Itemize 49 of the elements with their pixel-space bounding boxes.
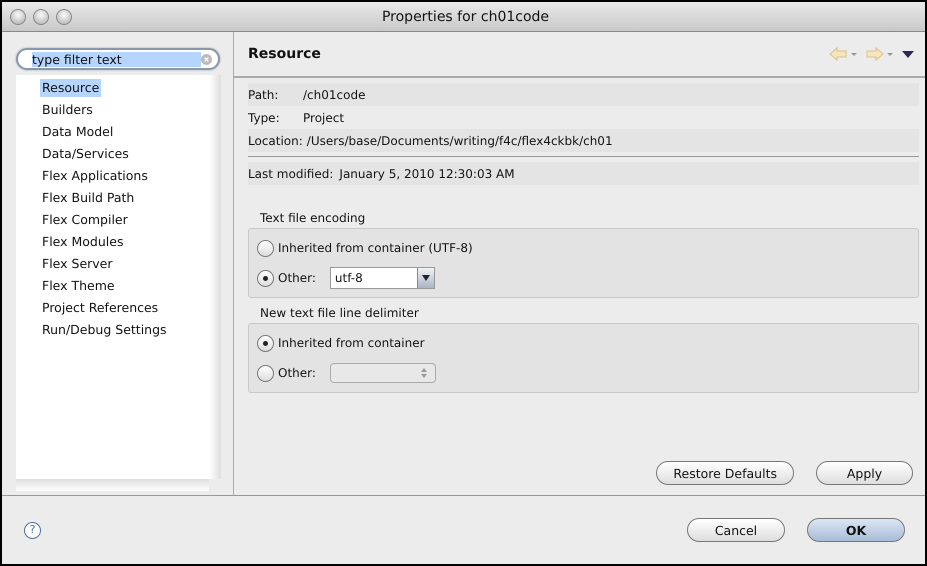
sidebar-item[interactable]: Flex Modules	[40, 231, 126, 253]
dialog-button[interactable]: Cancel	[687, 518, 785, 542]
filter-text: type filter text	[32, 52, 201, 66]
page-title: Resource	[248, 46, 321, 62]
sidebar-item[interactable]: Run/Debug Settings	[40, 319, 169, 341]
field-value: /ch01code	[303, 88, 366, 102]
sidebar-item[interactable]: Flex Compiler	[40, 209, 130, 231]
stepper-icon	[420, 368, 427, 378]
radio-button[interactable]	[257, 270, 274, 286]
field-label: Location:	[248, 134, 304, 148]
field-label: Path:	[248, 88, 280, 102]
window-control-icon[interactable]	[10, 8, 26, 24]
window-title: Properties for ch01code	[380, 8, 550, 24]
menu-caret-icon[interactable]	[901, 49, 915, 59]
radio-label[interactable]: Inherited from container (UTF-8)	[278, 241, 473, 255]
radio-label[interactable]: Other:	[278, 366, 316, 380]
scrollbar[interactable]	[209, 75, 221, 479]
radio-label[interactable]: Other:	[278, 271, 316, 285]
sidebar-item[interactable]: Resource	[40, 79, 102, 97]
encoding-dropdown[interactable]: utf-8	[330, 267, 435, 289]
group-title: New text file line delimiter	[260, 306, 419, 320]
sidebar-item[interactable]: Flex Build Path	[40, 187, 136, 209]
field-label: Type:	[248, 110, 281, 124]
scrollbar[interactable]	[16, 479, 209, 491]
field-value: Project	[303, 110, 344, 124]
radio-button[interactable]	[257, 334, 274, 352]
filter-field[interactable]: type filter text	[16, 48, 220, 70]
caret-icon	[422, 275, 430, 281]
field-value: /Users/base/Documents/writing/f4c/flex4ckbk/ch01	[306, 134, 613, 148]
sidebar-item[interactable]: Flex Applications	[40, 165, 150, 187]
sidebar-item[interactable]: Flex Theme	[40, 275, 117, 297]
page-button[interactable]: Apply	[816, 461, 913, 485]
radio-label[interactable]: Inherited from container	[278, 336, 425, 350]
field-value: January 5, 2010 12:30:03 AM	[339, 166, 515, 180]
sidebar-item[interactable]: Data Model	[40, 121, 116, 143]
field-label: Last modified:	[248, 166, 334, 180]
help-button[interactable]: ?	[24, 522, 41, 538]
group-title: Text file encoding	[260, 211, 366, 225]
sidebar-item[interactable]: Flex Server	[40, 253, 114, 275]
window-control-icon[interactable]	[56, 8, 72, 24]
dialog-button[interactable]: OK	[807, 518, 905, 542]
radio-button[interactable]	[257, 364, 274, 382]
page-button[interactable]: Restore Defaults	[656, 461, 794, 485]
radio-button[interactable]	[257, 240, 274, 256]
sidebar-item[interactable]: Project References	[40, 297, 160, 319]
sidebar-item[interactable]: Builders	[40, 99, 95, 121]
clear-icon[interactable]	[201, 54, 212, 64]
sidebar-item[interactable]: Data/Services	[40, 143, 131, 165]
window-control-icon[interactable]	[33, 8, 49, 24]
